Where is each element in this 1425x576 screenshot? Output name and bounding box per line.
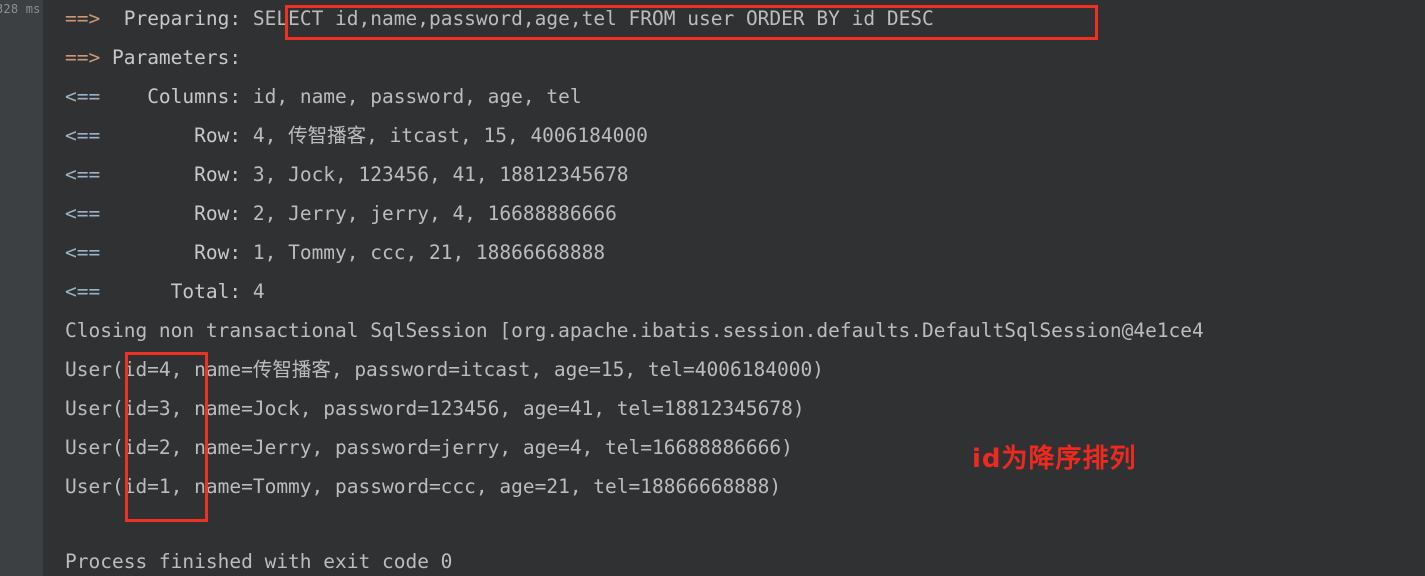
- console-line-text: User(id=2, name=Jerry, password=jerry, a…: [65, 436, 793, 459]
- console-line: <== Total: 4: [65, 281, 265, 302]
- incoming-arrow-icon: <==: [65, 241, 101, 264]
- console-gutter: 328 ms: [0, 0, 43, 576]
- console-line: <== Row: 1, Tommy, ccc, 21, 18866668888: [65, 242, 605, 263]
- incoming-arrow-icon: <==: [65, 280, 101, 303]
- console-line-label: Parameters:: [100, 46, 242, 69]
- console-line: ==> Parameters:: [65, 47, 241, 68]
- console-screenshot: 328 ms ==> Preparing: SELECT id,name,pas…: [0, 0, 1425, 576]
- console-line: User(id=4, name=传智播客, password=itcast, a…: [65, 359, 824, 380]
- outgoing-arrow-icon: ==>: [65, 7, 101, 30]
- console-line: <== Row: 3, Jock, 123456, 41, 1881234567…: [65, 164, 629, 185]
- console-line-label: Columns:: [100, 85, 242, 108]
- console-line: Closing non transactional SqlSession [or…: [65, 320, 1204, 341]
- incoming-arrow-icon: <==: [65, 124, 101, 147]
- console-line: <== Row: 4, 传智播客, itcast, 15, 4006184000: [65, 125, 648, 146]
- console-line: <== Columns: id, name, password, age, te…: [65, 86, 582, 107]
- console-line-text: Process finished with exit code 0: [65, 550, 453, 573]
- console-line: <== Row: 2, Jerry, jerry, 4, 16688886666: [65, 203, 617, 224]
- console-line-label: Row:: [100, 202, 242, 225]
- elapsed-time-label: 328 ms: [0, 2, 41, 16]
- console-line-text: 4: [241, 280, 265, 303]
- console-line-text: User(id=4, name=传智播客, password=itcast, a…: [65, 358, 824, 381]
- console-line: ==> Preparing: SELECT id,name,password,a…: [65, 8, 934, 29]
- console-line-text: 1, Tommy, ccc, 21, 18866668888: [241, 241, 606, 264]
- incoming-arrow-icon: <==: [65, 163, 101, 186]
- console-line-text: 4, 传智播客, itcast, 15, 4006184000: [241, 124, 648, 147]
- console-line-label: Row:: [100, 124, 242, 147]
- console-line: User(id=3, name=Jock, password=123456, a…: [65, 398, 805, 419]
- console-line-label: Row:: [100, 241, 242, 264]
- outgoing-arrow-icon: ==>: [65, 46, 101, 69]
- incoming-arrow-icon: <==: [65, 85, 101, 108]
- incoming-arrow-icon: <==: [65, 202, 101, 225]
- console-line-label: Preparing:: [100, 7, 242, 30]
- console-line-label: Total:: [100, 280, 242, 303]
- console-line-text: SELECT id,name,password,age,tel FROM use…: [241, 7, 934, 30]
- console-line-text: 2, Jerry, jerry, 4, 16688886666: [241, 202, 617, 225]
- console-line: Process finished with exit code 0: [65, 551, 452, 572]
- console-line-label: Row:: [100, 163, 242, 186]
- console-line: User(id=1, name=Tommy, password=ccc, age…: [65, 476, 781, 497]
- descending-order-note: id为降序排列: [972, 444, 1137, 474]
- console-line-text: 3, Jock, 123456, 41, 18812345678: [241, 163, 629, 186]
- console-line-text: Closing non transactional SqlSession [or…: [65, 319, 1204, 342]
- console-line: User(id=2, name=Jerry, password=jerry, a…: [65, 437, 793, 458]
- console-line-text: User(id=3, name=Jock, password=123456, a…: [65, 397, 805, 420]
- console-line-text: User(id=1, name=Tommy, password=ccc, age…: [65, 475, 782, 498]
- console-output-area[interactable]: ==> Preparing: SELECT id,name,password,a…: [43, 0, 1425, 576]
- console-line-text: id, name, password, age, tel: [241, 85, 582, 108]
